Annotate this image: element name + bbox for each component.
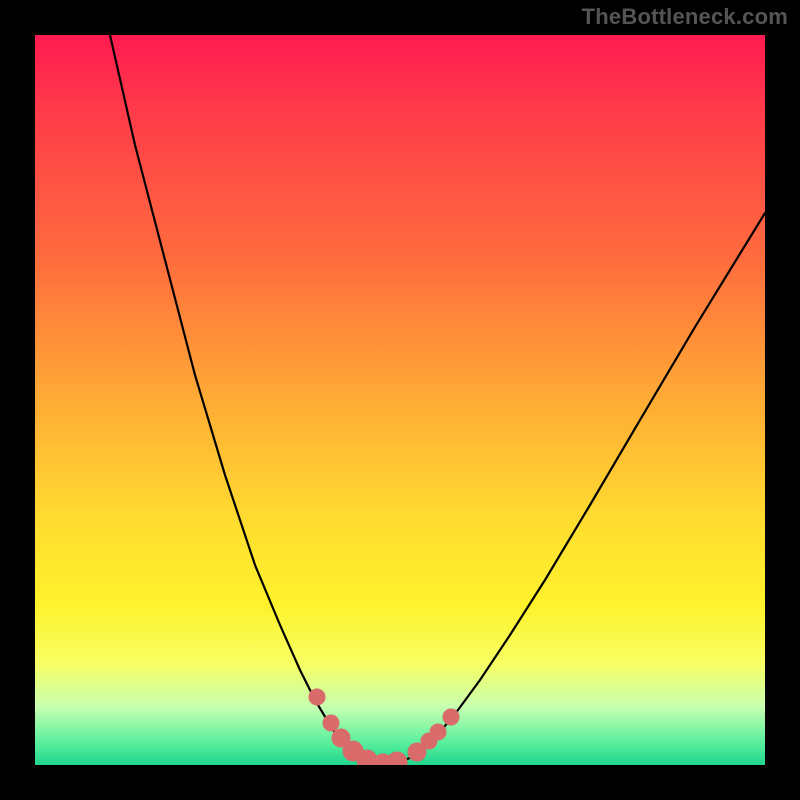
bead-group [309, 689, 459, 765]
bead-point [430, 724, 446, 740]
bead-point [309, 689, 325, 705]
bottleneck-curve [110, 35, 765, 764]
plot-area [35, 35, 765, 765]
bead-point [387, 752, 407, 765]
bottleneck-curve-svg [35, 35, 765, 765]
bead-point [323, 715, 339, 731]
chart-frame: TheBottleneck.com [0, 0, 800, 800]
bead-point [443, 709, 459, 725]
attribution-text: TheBottleneck.com [582, 4, 788, 30]
